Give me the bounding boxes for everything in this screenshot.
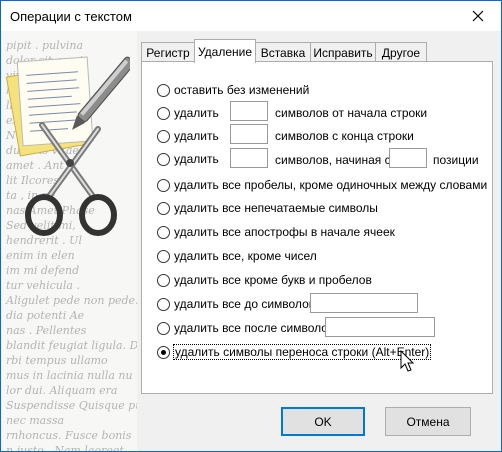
after-chars-input[interactable]	[325, 317, 435, 337]
radio-button[interactable]	[157, 152, 170, 166]
decorative-sidebar: pipit . pulvinadolor sit ametviverra . N…	[2, 31, 137, 451]
handwriting-line: n justo . Nam laoreet	[6, 444, 124, 451]
option-label: удалить	[174, 152, 219, 166]
tab-label: Другое	[381, 45, 421, 60]
tab-delete[interactable]: Удаление	[194, 39, 256, 63]
option-delete-from-start[interactable]: удалить	[157, 104, 219, 122]
radio-button[interactable]	[157, 201, 170, 215]
mouse-pointer-icon	[400, 350, 415, 372]
dialog-window: Операции с текстом pipit . pulvina dolor …	[0, 0, 502, 452]
option-label: удалить все после символов	[174, 321, 335, 335]
option-delete-linebreaks[interactable]: удалить символы переноса строки (Alt+Ent…	[157, 343, 432, 361]
option-label: удалить все пробелы, кроме одиночных меж…	[174, 178, 488, 192]
option-delete-nonprintable[interactable]: удалить все непечатаемые символы	[157, 199, 378, 217]
handwriting-line: lor dui. Aliquam era	[6, 384, 118, 397]
option-label-suffix: символов с конца строки	[275, 129, 414, 143]
radio-button[interactable]	[157, 83, 170, 97]
handwriting-line: tur vehicula .	[6, 279, 80, 292]
tab-fix[interactable]: Исправить	[310, 42, 376, 62]
position-start-input[interactable]	[389, 148, 427, 168]
close-icon	[472, 10, 484, 21]
position-count-input[interactable]	[230, 148, 268, 168]
option-label: удалить все до символов	[174, 297, 316, 311]
option-label-middle: символов, начиная с	[275, 153, 391, 167]
handwriting-line: blandit feugiat ligula. Do	[6, 339, 137, 352]
option-label: удалить	[174, 106, 219, 120]
handwriting-line: rnhoncus. Fusce bonis	[6, 429, 132, 442]
radio-button[interactable]	[157, 129, 170, 143]
before-chars-input[interactable]	[310, 293, 418, 313]
cut-text-clipart-icon	[6, 56, 130, 236]
handwriting-line: Aligulet pede non pede. Susp	[6, 294, 137, 307]
window-title: Операции с текстом	[10, 9, 132, 24]
option-delete-from-end[interactable]: удалить	[157, 127, 219, 145]
option-delete-spaces[interactable]: удалить все пробелы, кроме одиночных меж…	[157, 176, 487, 194]
option-delete-after[interactable]: удалить все после символов	[157, 319, 334, 337]
handwriting-line: dia potenti Ae	[6, 309, 85, 322]
cancel-button[interactable]: Отмена	[385, 407, 471, 436]
option-label: удалить символы переноса строки (Alt+Ent…	[172, 344, 432, 360]
radio-button[interactable]	[157, 321, 170, 335]
close-button[interactable]	[455, 1, 501, 30]
handwriting-line: rbi tempus ullamo	[6, 354, 108, 367]
option-label: удалить	[174, 129, 219, 143]
handwriting-line: nec massa	[6, 414, 65, 427]
option-label: удалить все, кроме чисел	[174, 249, 317, 263]
option-label: удалить все апострофы в начале ячеек	[174, 225, 395, 239]
option-delete-apostrophes[interactable]: удалить все апострофы в начале ячеек	[157, 223, 395, 241]
handwriting-line: mus in lacinia nulla nu	[6, 369, 133, 382]
end-count-input[interactable]	[230, 124, 268, 144]
radio-button[interactable]	[157, 225, 170, 239]
title-bar[interactable]: Операции с текстом	[1, 1, 501, 31]
option-delete-except-numbers[interactable]: удалить все, кроме чисел	[157, 247, 317, 265]
tab-label: Удаление	[197, 44, 253, 59]
option-delete-from-position[interactable]: удалить	[157, 150, 219, 168]
tab-panel-delete: оставить без изменений удалить символов …	[141, 61, 493, 394]
handwriting-line: im mi defend	[6, 264, 80, 277]
radio-button-selected[interactable]	[157, 345, 170, 359]
tab-register[interactable]: Регистр	[141, 42, 195, 62]
tab-label: Вставка	[260, 45, 306, 60]
radio-button[interactable]	[157, 106, 170, 120]
handwriting-line: Suspendisse Quisque pu	[6, 399, 137, 412]
option-label: оставить без изменений	[174, 83, 310, 97]
radio-button[interactable]	[157, 297, 170, 311]
option-keep[interactable]: оставить без изменений	[157, 81, 309, 99]
handwriting-line: nas . Pellentes	[6, 324, 87, 337]
ok-button[interactable]: OK	[281, 407, 365, 436]
radio-button[interactable]	[157, 273, 170, 287]
tab-label: Исправить	[313, 45, 373, 60]
option-label-suffix: позиции	[433, 153, 479, 167]
tab-other[interactable]: Другое	[375, 42, 427, 62]
option-label: удалить все непечатаемые символы	[174, 201, 378, 215]
tab-insert[interactable]: Вставка	[255, 42, 311, 62]
option-delete-except-letters[interactable]: удалить все кроме букв и пробелов	[157, 271, 372, 289]
option-label: удалить все кроме букв и пробелов	[174, 273, 372, 287]
radio-button[interactable]	[157, 249, 170, 263]
start-count-input[interactable]	[230, 101, 268, 121]
radio-button[interactable]	[157, 178, 170, 192]
option-delete-before[interactable]: удалить все до символов	[157, 295, 315, 313]
tab-label: Регистр	[146, 45, 190, 60]
handwriting-line: enim in elen	[6, 249, 75, 262]
option-label-suffix: символов от начала строки	[275, 106, 428, 120]
